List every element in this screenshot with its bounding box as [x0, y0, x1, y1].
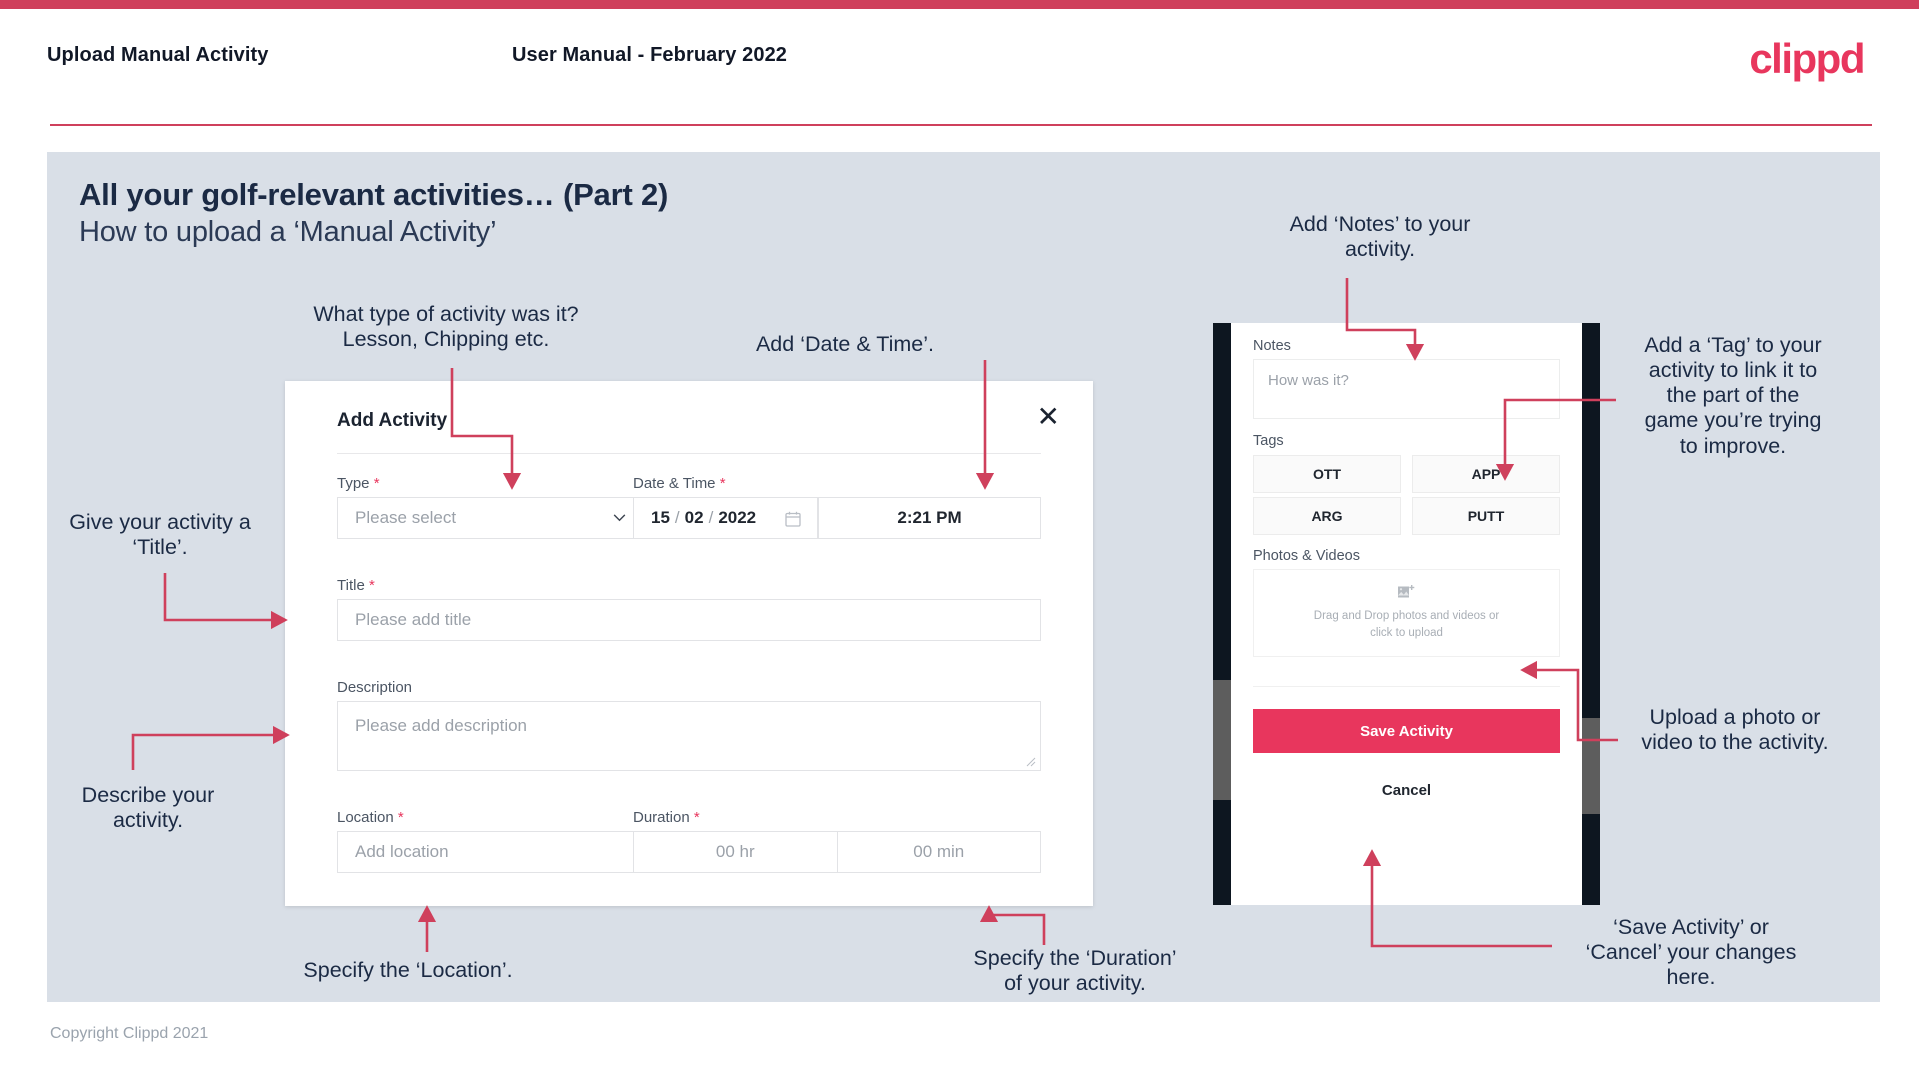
- add-activity-dialog: Add Activity ✕ Type * Please select Date…: [285, 381, 1093, 906]
- datetime-label-text: Date & Time: [633, 475, 716, 492]
- title-placeholder: Please add title: [355, 610, 472, 629]
- tags-label: Tags: [1253, 433, 1284, 449]
- cancel-button[interactable]: Cancel: [1231, 782, 1582, 799]
- title-label-text: Title: [337, 577, 365, 594]
- close-icon[interactable]: ✕: [1037, 403, 1060, 431]
- location-placeholder: Add location: [355, 842, 449, 861]
- location-input[interactable]: Add location: [337, 831, 643, 873]
- title-input[interactable]: Please add title: [337, 599, 1041, 641]
- date-input[interactable]: 15 / 02 / 2022: [633, 497, 818, 539]
- save-activity-button[interactable]: Save Activity: [1253, 709, 1560, 753]
- header-subtitle: User Manual - February 2022: [512, 44, 788, 66]
- tag-ott[interactable]: OTT: [1253, 455, 1401, 493]
- phone-screen: Notes How was it? Tags OTT APP ARG PUTT …: [1231, 323, 1582, 905]
- duration-label: Duration *: [633, 809, 700, 826]
- top-accent-bar: [0, 0, 1919, 9]
- clippd-logo: clippd: [1749, 35, 1865, 82]
- dropzone-text: Drag and Drop photos and videos or click…: [1314, 608, 1499, 641]
- dropzone-line-1: Drag and Drop photos and videos or: [1313, 610, 1500, 623]
- tag-app[interactable]: APP: [1412, 455, 1560, 493]
- dropzone-line-2: click to upload: [1370, 627, 1443, 639]
- notes-textarea[interactable]: How was it?: [1253, 359, 1560, 419]
- date-day: 15: [651, 508, 670, 527]
- resize-handle-icon[interactable]: [1026, 757, 1036, 767]
- phone-divider: [1253, 686, 1560, 687]
- annotation-location: Specify the ‘Location’.: [303, 958, 513, 982]
- title-required-mark: *: [368, 577, 375, 594]
- slide-subtitle: How to upload a ‘Manual Activity’: [79, 216, 497, 248]
- location-label: Location *: [337, 809, 404, 826]
- location-label-text: Location: [337, 809, 394, 826]
- annotation-notes: Add ‘Notes’ to your activity.: [1289, 212, 1471, 262]
- annotation-tags: Add a ‘Tag’ to your activity to link it …: [1644, 333, 1822, 458]
- page-title: Upload Manual Activity: [47, 44, 269, 66]
- location-required-mark: *: [397, 809, 404, 826]
- phone-mockup: Notes How was it? Tags OTT APP ARG PUTT …: [1213, 323, 1600, 905]
- date-sep-1: /: [674, 508, 680, 527]
- date-year: 2022: [718, 508, 757, 527]
- tag-putt[interactable]: PUTT: [1412, 497, 1560, 535]
- type-label: Type *: [337, 475, 380, 492]
- dialog-title: Add Activity: [337, 410, 448, 431]
- duration-split: 00 hr 00 min: [634, 832, 1040, 872]
- duration-label-text: Duration: [633, 809, 690, 826]
- photo-dropzone[interactable]: Drag and Drop photos and videos or click…: [1253, 569, 1560, 657]
- time-value: 2:21 PM: [897, 508, 962, 527]
- photos-label: Photos & Videos: [1253, 548, 1360, 564]
- chevron-down-icon: [613, 514, 626, 522]
- description-label-text: Description: [337, 679, 413, 696]
- tag-arg[interactable]: ARG: [1253, 497, 1401, 535]
- date-month: 02: [684, 508, 704, 527]
- annotation-datetime: Add ‘Date & Time’.: [755, 332, 935, 356]
- type-placeholder: Please select: [355, 508, 457, 527]
- header-divider: [50, 124, 1872, 126]
- duration-minutes-input[interactable]: 00 min: [836, 832, 1041, 872]
- type-required-mark: *: [373, 475, 380, 492]
- notes-label: Notes: [1253, 338, 1291, 354]
- type-label-text: Type: [337, 475, 370, 492]
- description-placeholder: Please add description: [355, 716, 528, 735]
- title-label: Title *: [337, 577, 375, 594]
- phone-volume-button: [1213, 680, 1231, 800]
- phone-bezel-right: [1582, 323, 1600, 905]
- add-image-icon: [1398, 585, 1415, 598]
- duration-required-mark: *: [693, 809, 700, 826]
- phone-bezel-left: [1213, 323, 1231, 905]
- annotation-type: What type of activity was it? Lesson, Ch…: [313, 302, 579, 352]
- phone-power-button: [1582, 718, 1600, 814]
- calendar-icon[interactable]: [785, 511, 801, 527]
- type-select[interactable]: Please select: [337, 497, 643, 539]
- duration-hours-input[interactable]: 00 hr: [634, 832, 837, 872]
- description-textarea[interactable]: Please add description: [337, 701, 1041, 771]
- annotation-description: Describe your activity.: [81, 783, 215, 833]
- annotation-save: ‘Save Activity’ or ‘Cancel’ your changes…: [1585, 915, 1797, 990]
- description-label: Description: [337, 679, 412, 696]
- slide-title: All your golf-relevant activities… (Part…: [79, 177, 669, 212]
- slide-page: Upload Manual Activity User Manual - Feb…: [0, 0, 1919, 1079]
- dialog-divider: [337, 453, 1041, 454]
- date-value: 15 / 02 / 2022: [634, 508, 756, 528]
- notes-placeholder: How was it?: [1268, 372, 1349, 389]
- annotation-upload: Upload a photo or video to the activity.: [1641, 705, 1829, 755]
- annotation-title: Give your activity a ‘Title’.: [69, 510, 251, 560]
- time-input[interactable]: 2:21 PM: [818, 497, 1041, 539]
- date-sep-2: /: [708, 508, 714, 527]
- datetime-label: Date & Time *: [633, 475, 726, 492]
- datetime-required-mark: *: [719, 475, 726, 492]
- copyright-footer: Copyright Clippd 2021: [50, 1025, 209, 1042]
- annotation-duration: Specify the ‘Duration’ of your activity.: [973, 946, 1177, 996]
- duration-input-group: 00 hr 00 min: [633, 831, 1041, 873]
